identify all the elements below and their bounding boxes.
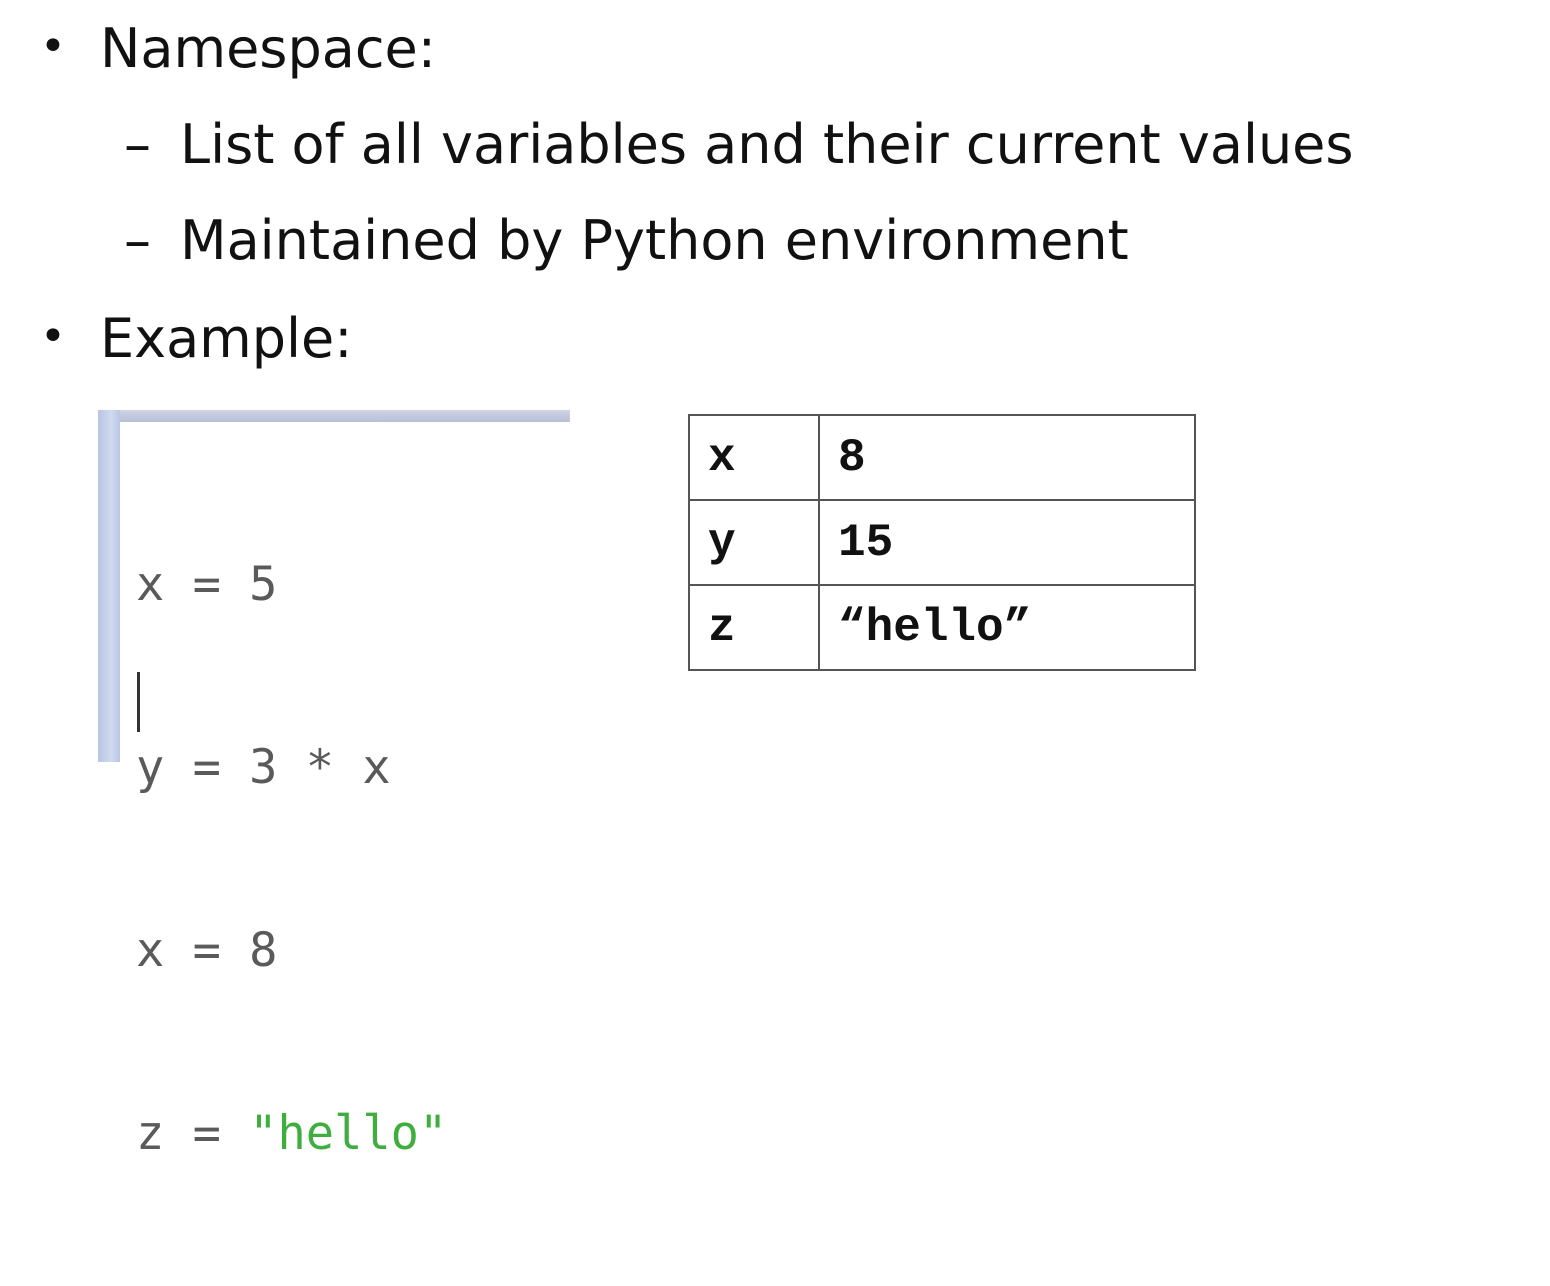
code-line: y = 3 * x [136,740,391,795]
variable-value-cell: 8 [818,414,1196,501]
dash-icon: – [124,209,151,272]
code-area[interactable]: x = 5 y = 3 * x x = 8 z = "hello" [136,432,447,1286]
variable-name-cell: x [688,414,820,501]
bullet-namespace-label: Namespace: [100,17,436,80]
bullet-example-label: Example: [100,307,353,370]
table-row: z “hello” [688,584,1196,671]
subbullet-label: List of all variables and their current … [180,113,1354,176]
variable-name-cell: z [688,584,820,671]
editor-gutter [98,410,120,762]
text-cursor [137,672,140,732]
bullet-dot-icon: • [40,21,66,72]
subbullet-label: Maintained by Python environment [180,209,1129,272]
code-text: z = [136,1106,250,1161]
table-row: x 8 [688,414,1196,501]
code-line: x = 8 [136,923,278,978]
table-row: y 15 [688,499,1196,586]
string-literal: "hello" [249,1106,448,1161]
variable-value-cell: 15 [818,499,1196,586]
bullet-namespace: • Namespace: [40,22,436,76]
variable-value-cell: “hello” [818,584,1196,671]
bullet-dot-icon: • [40,311,66,362]
dash-icon: – [124,113,151,176]
code-editor[interactable]: x = 5 y = 3 * x x = 8 z = "hello" [98,410,570,1161]
editor-top-border [98,410,570,422]
variable-name-cell: y [688,499,820,586]
code-line: x = 5 [136,557,278,612]
namespace-table: x 8 y 15 z “hello” [688,414,1196,671]
bullet-example: • Example: [40,312,352,366]
code-line: z = "hello" [136,1103,447,1164]
subbullet-list-of-variables: – List of all variables and their curren… [124,118,1354,172]
subbullet-maintained-by: – Maintained by Python environment [124,214,1129,268]
